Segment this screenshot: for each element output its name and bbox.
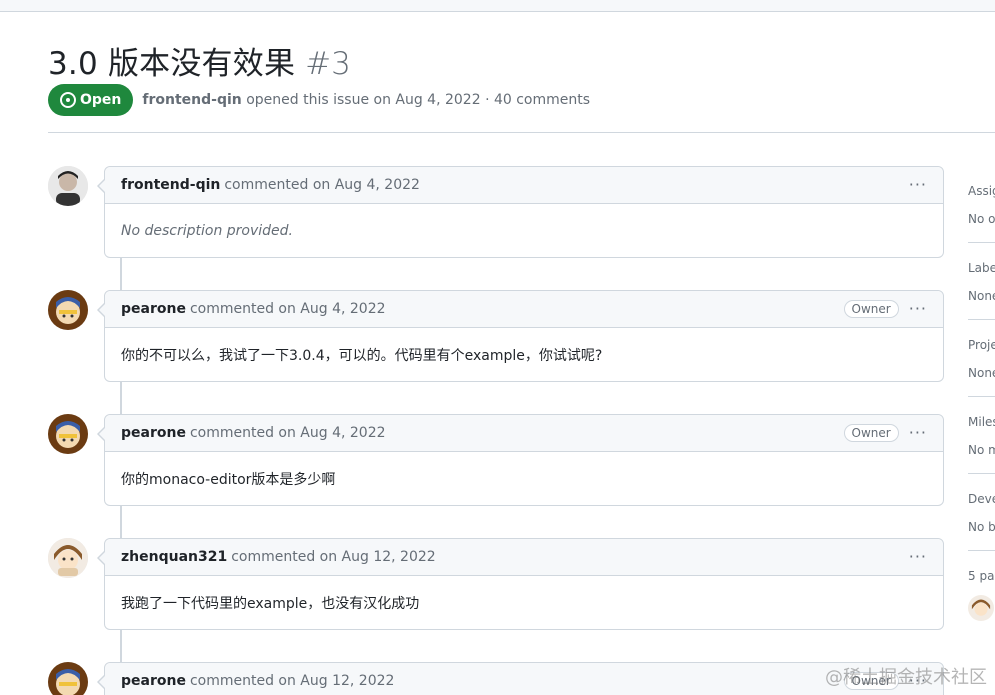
sidebar-divider bbox=[968, 473, 995, 474]
comment-header: pearone commented on Aug 12, 2022 Owner … bbox=[105, 663, 943, 695]
comment-date[interactable]: commented on Aug 12, 2022 bbox=[231, 549, 435, 565]
more-options-icon[interactable]: ··· bbox=[909, 549, 927, 565]
participant-avatar[interactable] bbox=[968, 595, 995, 625]
comment-author[interactable]: pearone bbox=[121, 673, 186, 689]
comment-date[interactable]: commented on Aug 4, 2022 bbox=[190, 425, 386, 441]
comment-box: frontend-qin commented on Aug 4, 2022 ··… bbox=[97, 166, 944, 258]
owner-badge: Owner bbox=[843, 424, 899, 442]
sidebar-projects-title: Proje bbox=[968, 338, 995, 352]
issue-number: #3 bbox=[305, 46, 351, 82]
comment-header: pearone commented on Aug 4, 2022 Owner ·… bbox=[105, 415, 943, 452]
sidebar-participants-title: 5 par bbox=[968, 569, 995, 583]
top-bar-edge bbox=[0, 0, 995, 12]
watermark: @稀土掘金技术社区 bbox=[825, 667, 987, 688]
avatar[interactable] bbox=[48, 538, 88, 578]
sidebar-development-value: No b bbox=[968, 520, 995, 534]
comment-header: frontend-qin commented on Aug 4, 2022 ··… bbox=[105, 167, 943, 204]
issue-opened-icon bbox=[60, 92, 76, 108]
comment-author[interactable]: zhenquan321 bbox=[121, 549, 227, 565]
sidebar-divider bbox=[968, 319, 995, 320]
comment-date[interactable]: commented on Aug 4, 2022 bbox=[224, 177, 420, 193]
comment-author[interactable]: pearone bbox=[121, 301, 186, 317]
comment-box: pearone commented on Aug 4, 2022 Owner ·… bbox=[97, 414, 944, 506]
sidebar-development[interactable]: Deve No b bbox=[968, 492, 995, 534]
issue-author-link[interactable]: frontend-qin bbox=[142, 92, 241, 108]
comment-box: pearone commented on Aug 12, 2022 Owner … bbox=[97, 662, 944, 695]
comment-header: pearone commented on Aug 4, 2022 Owner ·… bbox=[105, 291, 943, 328]
comment-box: zhenquan321 commented on Aug 12, 2022 ··… bbox=[97, 538, 944, 630]
sidebar-milestone-title: Miles bbox=[968, 415, 995, 429]
issue-meta: Open frontend-qin opened this issue on A… bbox=[48, 84, 995, 116]
sidebar-assignees-value: No o bbox=[968, 212, 995, 226]
avatar[interactable] bbox=[48, 414, 88, 454]
issue-opened-info: opened this issue on Aug 4, 2022 · 40 co… bbox=[246, 92, 591, 108]
sidebar-labels[interactable]: Label None bbox=[968, 261, 995, 303]
sidebar-divider bbox=[968, 550, 995, 551]
owner-badge: Owner bbox=[843, 300, 899, 318]
issue-title: 3.0 版本没有效果 bbox=[48, 46, 296, 82]
comment-body: 你的不可以么，我试了一下3.0.4，可以的。代码里有个example，你试试呢? bbox=[121, 347, 603, 364]
sidebar-projects-value: None bbox=[968, 366, 995, 380]
comment-box: pearone commented on Aug 4, 2022 Owner ·… bbox=[97, 290, 944, 382]
sidebar-projects[interactable]: Proje None bbox=[968, 338, 995, 380]
sidebar-development-title: Deve bbox=[968, 492, 995, 506]
sidebar-divider bbox=[968, 242, 995, 243]
header-divider bbox=[48, 132, 995, 133]
sidebar-divider bbox=[968, 396, 995, 397]
issue-meta-text: frontend-qin opened this issue on Aug 4,… bbox=[142, 92, 590, 108]
comment-author[interactable]: frontend-qin bbox=[121, 177, 220, 193]
sidebar-labels-value: None bbox=[968, 289, 995, 303]
sidebar-labels-title: Label bbox=[968, 261, 995, 275]
comment-body: 你的monaco-editor版本是多少啊 bbox=[121, 471, 336, 488]
comment-body: 我跑了一下代码里的example，也没有汉化成功 bbox=[121, 595, 420, 612]
issue-sidebar: Assig No o Label None Proje None Miles N… bbox=[960, 166, 995, 646]
sidebar-milestone-value: No m bbox=[968, 443, 995, 457]
sidebar-assignees-title: Assig bbox=[968, 184, 995, 198]
sidebar-participants: 5 par bbox=[968, 569, 995, 625]
more-options-icon[interactable]: ··· bbox=[909, 177, 927, 193]
comment-date[interactable]: commented on Aug 4, 2022 bbox=[190, 301, 386, 317]
avatar[interactable] bbox=[48, 290, 88, 330]
avatar[interactable] bbox=[48, 662, 88, 695]
sidebar-assignees[interactable]: Assig No o bbox=[968, 184, 995, 226]
comment-date[interactable]: commented on Aug 12, 2022 bbox=[190, 673, 394, 689]
issue-title-row: 3.0 版本没有效果 #3 bbox=[48, 38, 995, 82]
issue-state-badge: Open bbox=[48, 84, 134, 116]
issue-state-label: Open bbox=[80, 92, 122, 108]
sidebar-milestone[interactable]: Miles No m bbox=[968, 415, 995, 457]
comment-header: zhenquan321 commented on Aug 12, 2022 ··… bbox=[105, 539, 943, 576]
more-options-icon[interactable]: ··· bbox=[909, 301, 927, 317]
comment-author[interactable]: pearone bbox=[121, 425, 186, 441]
comment-body: No description provided. bbox=[121, 222, 293, 239]
avatar[interactable] bbox=[48, 166, 88, 206]
issue-header: 3.0 版本没有效果 #3 Open frontend-qin opened t… bbox=[48, 38, 995, 116]
more-options-icon[interactable]: ··· bbox=[909, 425, 927, 441]
